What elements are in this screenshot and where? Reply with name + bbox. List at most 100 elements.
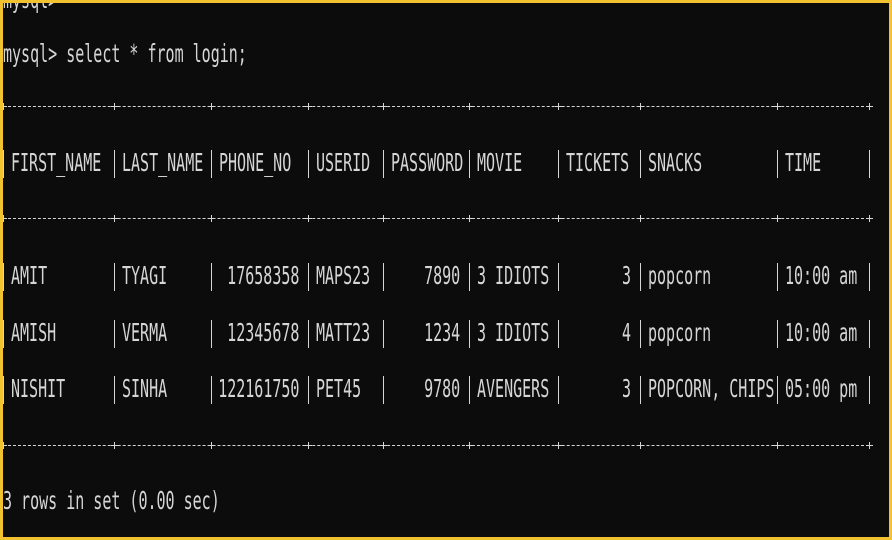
table-border-line [3, 106, 869, 108]
table-column-divider [558, 376, 559, 404]
table-column-divider [114, 320, 115, 348]
table-column-divider [640, 263, 641, 291]
table-column-divider [383, 150, 384, 178]
table-cell: 3 [621, 374, 631, 403]
column-header: USERID [316, 148, 371, 177]
table-column-divider [114, 263, 115, 291]
table-column-divider [3, 263, 4, 291]
table-cell: 1234 [423, 318, 460, 347]
table-cell: 4 [621, 318, 631, 347]
table-column-divider [469, 263, 470, 291]
terminal-window[interactable]: mysql> mysql> select * from login; FIRST… [3, 3, 889, 537]
command-line: mysql> select * from login; [3, 39, 247, 68]
table-cell: 7890 [423, 261, 460, 290]
table-cell: 122161750 [217, 374, 299, 403]
table-column-divider [383, 320, 384, 348]
table-corner-plus [3, 103, 7, 110]
column-header: TICKETS [566, 148, 630, 177]
table-column-divider [777, 263, 778, 291]
result-footer: 3 rows in set (0.00 sec) [3, 486, 220, 515]
table-column-divider [640, 376, 641, 404]
table-cell: AVENGERS [477, 374, 550, 403]
table-column-divider [211, 320, 212, 348]
table-cell: 3 [621, 261, 631, 290]
table-column-divider [3, 320, 4, 348]
table-column-divider [777, 376, 778, 404]
table-corner-plus [637, 215, 644, 222]
table-column-divider [114, 376, 115, 404]
table-column-divider [558, 320, 559, 348]
table-corner-plus [111, 442, 118, 449]
table-cell: 12345678 [226, 318, 299, 347]
table-cell: 10:00 am [785, 261, 858, 290]
screenshot-frame: mysql> mysql> select * from login; FIRST… [0, 0, 892, 540]
column-header: PHONE_NO [219, 148, 292, 177]
table-cell: MATT23 [316, 318, 371, 347]
table-corner-plus [466, 103, 473, 110]
column-header: TIME [785, 148, 822, 177]
table-cell: 17658358 [226, 261, 299, 290]
table-cell: POPCORN, CHIPS [648, 374, 775, 403]
table-column-divider [469, 376, 470, 404]
table-cell: MAPS23 [316, 261, 371, 290]
table-column-divider [469, 150, 470, 178]
table-cell: VERMA [122, 318, 168, 347]
column-header: MOVIE [477, 148, 523, 177]
table-border-line [3, 218, 869, 220]
table-column-divider [211, 150, 212, 178]
table-corner-plus [208, 103, 215, 110]
table-column-divider [869, 263, 870, 291]
table-column-divider [3, 376, 4, 404]
table-column-divider [869, 150, 870, 178]
table-column-divider [114, 150, 115, 178]
table-column-divider [383, 263, 384, 291]
table-cell: 3 IDIOTS [477, 261, 550, 290]
table-corner-plus [380, 103, 387, 110]
table-corner-plus [111, 215, 118, 222]
table-border-line [3, 445, 869, 447]
table-corner-plus [208, 442, 215, 449]
table-corner-plus [466, 215, 473, 222]
table-corner-plus [3, 442, 7, 449]
table-column-divider [869, 320, 870, 348]
table-cell: AMIT [11, 261, 48, 290]
table-cell: popcorn [648, 261, 712, 290]
table-corner-plus [774, 215, 781, 222]
table-cell: TYAGI [122, 261, 168, 290]
column-header: SNACKS [648, 148, 703, 177]
table-column-divider [869, 376, 870, 404]
column-header: FIRST_NAME [11, 148, 102, 177]
table-corner-plus [111, 103, 118, 110]
table-corner-plus [774, 442, 781, 449]
table-column-divider [383, 376, 384, 404]
table-corner-plus [208, 215, 215, 222]
table-corner-plus [866, 215, 873, 222]
column-header: LAST_NAME [122, 148, 204, 177]
table-cell: PET45 [316, 374, 362, 403]
table-corner-plus [305, 103, 312, 110]
table-column-divider [558, 150, 559, 178]
table-corner-plus [466, 442, 473, 449]
table-cell: popcorn [648, 318, 712, 347]
table-column-divider [777, 320, 778, 348]
table-cell: 10:00 am [785, 318, 858, 347]
table-corner-plus [305, 215, 312, 222]
table-corner-plus [305, 442, 312, 449]
table-corner-plus [380, 215, 387, 222]
table-column-divider [308, 150, 309, 178]
table-column-divider [308, 376, 309, 404]
table-corner-plus [555, 442, 562, 449]
table-cell: 3 IDIOTS [477, 318, 550, 347]
table-corner-plus [555, 215, 562, 222]
table-cell: SINHA [122, 374, 168, 403]
table-column-divider [308, 263, 309, 291]
table-column-divider [3, 150, 4, 178]
table-corner-plus [3, 215, 7, 222]
table-cell: NISHIT [11, 374, 66, 403]
table-cell: AMISH [11, 318, 57, 347]
table-column-divider [640, 320, 641, 348]
table-corner-plus [637, 103, 644, 110]
table-column-divider [211, 376, 212, 404]
table-column-divider [777, 150, 778, 178]
table-corner-plus [774, 103, 781, 110]
